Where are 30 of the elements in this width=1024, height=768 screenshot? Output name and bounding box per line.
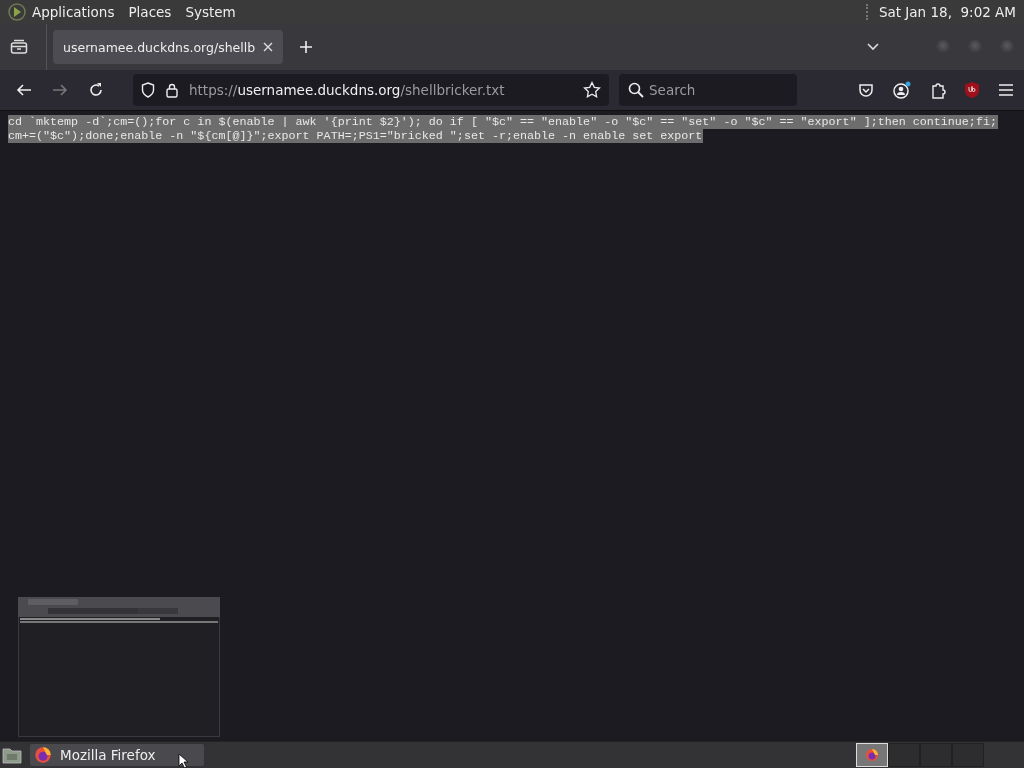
account-icon[interactable] <box>892 81 912 99</box>
search-field[interactable]: Search <box>619 74 797 106</box>
new-tab-icon[interactable] <box>299 40 314 54</box>
reload-icon[interactable] <box>88 82 104 98</box>
star-icon[interactable] <box>583 81 601 99</box>
url-text: https://usernamee.duckdns.org/shellbricker.txt <box>189 82 505 98</box>
show-desktop-icon[interactable] <box>2 746 22 764</box>
shield-icon[interactable] <box>141 82 155 98</box>
tab-title: usernamee.duckdns.org/shellb <box>63 39 256 55</box>
logo-icon[interactable] <box>8 3 26 21</box>
panel-menu[interactable]: Places <box>128 4 172 20</box>
panel-menu[interactable]: System <box>185 4 236 20</box>
clock[interactable]: Sat Jan 18, 9:02 AM <box>878 4 1016 20</box>
forward-icon[interactable] <box>52 83 68 97</box>
puzzle-piece-icon[interactable] <box>930 81 946 99</box>
back-icon[interactable] <box>16 83 32 97</box>
pocket-icon[interactable] <box>858 82 874 98</box>
taskbar-button[interactable]: Mozilla Firefox <box>30 744 204 766</box>
close-icon[interactable] <box>263 42 274 52</box>
chevron-down-icon[interactable] <box>866 42 880 52</box>
tab-list-icon[interactable] <box>10 39 28 55</box>
browser-icon <box>34 746 52 764</box>
panel-menu[interactable]: Applications <box>32 4 115 20</box>
address-bar[interactable]: https://usernamee.duckdns.org/shellbricker.txt <box>133 74 609 106</box>
mouse-cursor-icon <box>178 753 189 768</box>
browser-icon <box>865 748 879 762</box>
browser-tab[interactable]: usernamee.duckdns.org/shellb <box>53 30 284 64</box>
shield-extension-icon[interactable] <box>964 81 980 99</box>
menu-icon[interactable] <box>998 83 1014 97</box>
lock-icon[interactable] <box>165 82 179 98</box>
